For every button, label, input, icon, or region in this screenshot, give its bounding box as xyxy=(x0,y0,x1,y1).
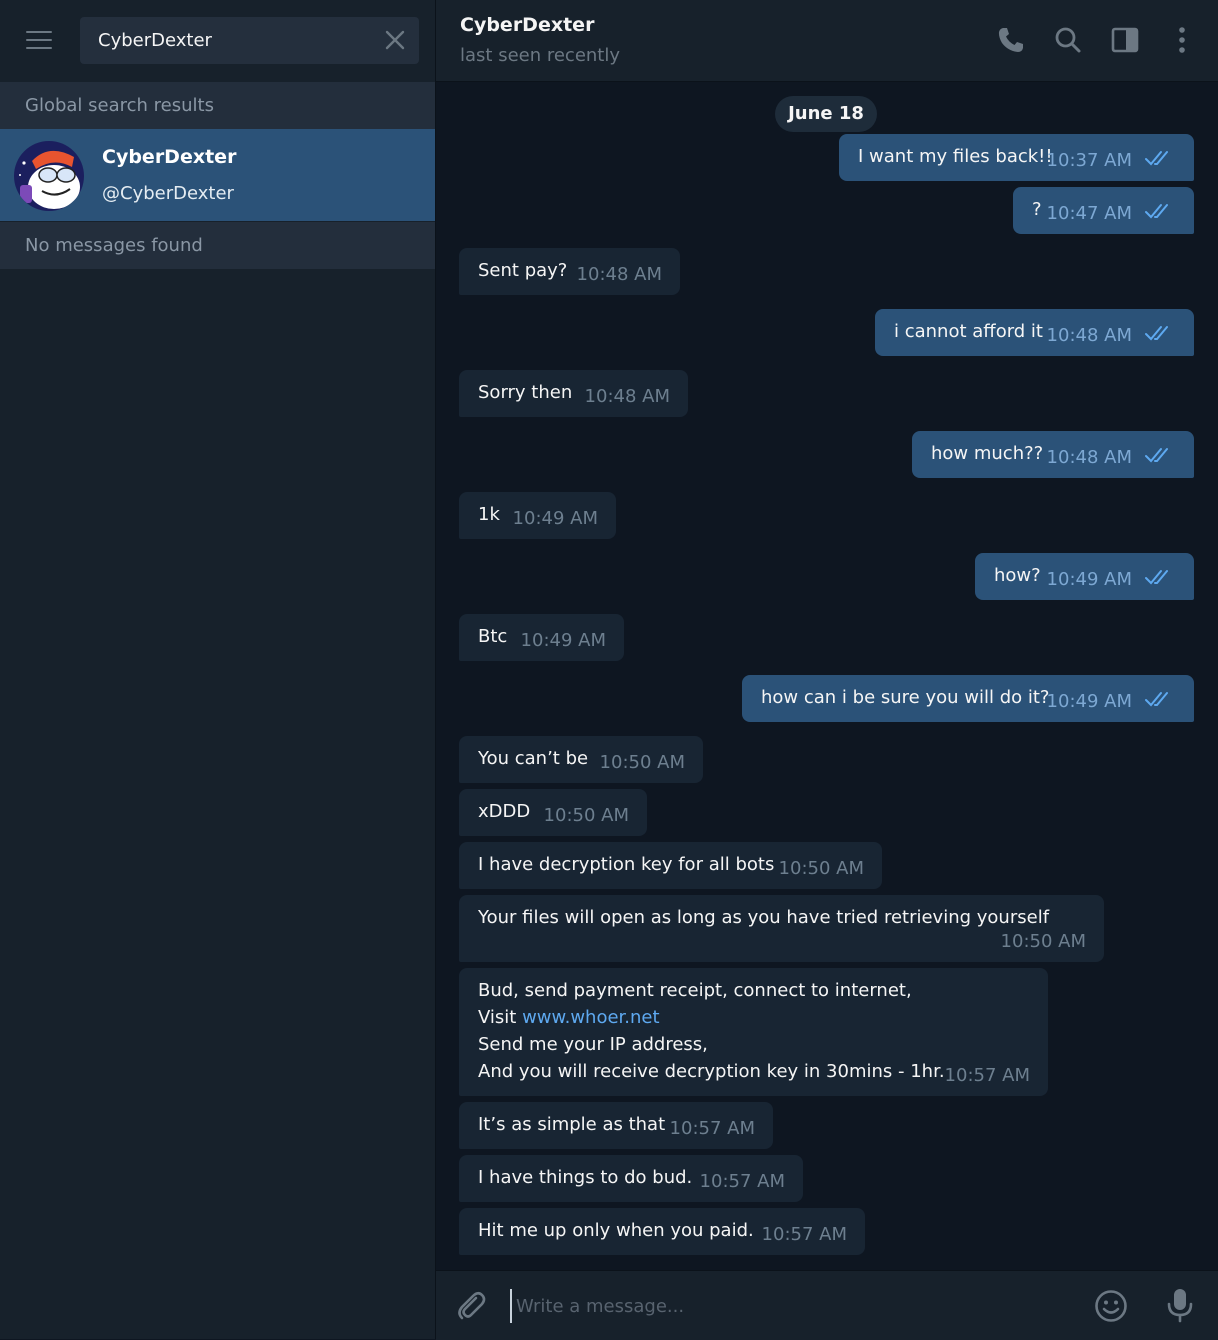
double-check-icon xyxy=(1145,570,1168,585)
result-name: CyberDexter xyxy=(102,146,237,168)
sidebar-toggle-icon[interactable] xyxy=(1109,24,1141,56)
panel-divider xyxy=(435,0,436,1339)
message-text: xDDD xyxy=(478,801,531,822)
avatar[interactable] xyxy=(14,141,84,211)
message-time: 10:37 AM xyxy=(1046,150,1132,171)
double-check-icon xyxy=(1145,151,1168,166)
message-text: I want my files back!! xyxy=(858,146,1053,167)
message-time: 10:49 AM xyxy=(1046,569,1132,590)
message-bubble-outgoing[interactable]: how can i be sure you will do it? 10:49 … xyxy=(742,675,1194,722)
message-text: how much?? xyxy=(931,443,1044,464)
chat-status: last seen recently xyxy=(460,45,621,66)
double-check-icon xyxy=(1145,692,1168,707)
message-time: 10:50 AM xyxy=(778,858,864,879)
message-bubble-incoming[interactable]: 1k 10:49 AM xyxy=(459,492,616,539)
date-separator: June 18 xyxy=(775,96,877,132)
message-time: 10:48 AM xyxy=(584,386,670,407)
message-text: It’s as simple as that xyxy=(478,1114,666,1135)
search-icon[interactable] xyxy=(1052,24,1084,56)
left-top-bar xyxy=(0,0,435,82)
message-line-prefix: Visit xyxy=(478,1007,523,1028)
message-bubble-incoming[interactable]: xDDD 10:50 AM xyxy=(459,789,647,836)
messages-header: No messages found xyxy=(0,222,435,269)
message-line: Send me your IP address, xyxy=(478,1034,708,1055)
chat-header: CyberDexter last seen recently xyxy=(436,0,1218,82)
message-bubble-incoming[interactable]: It’s as simple as that 10:57 AM xyxy=(459,1102,773,1149)
message-text: You can’t be xyxy=(478,748,589,769)
message-bubble-incoming[interactable]: You can’t be 10:50 AM xyxy=(459,736,703,783)
message-line: Visit www.whoer.net xyxy=(478,1007,660,1028)
message-time: 10:57 AM xyxy=(669,1118,755,1139)
message-input[interactable] xyxy=(510,1289,1076,1323)
result-handle: @CyberDexter xyxy=(102,183,234,204)
message-time: 10:57 AM xyxy=(944,1065,1030,1086)
message-bubble-incoming[interactable]: Sent pay? 10:48 AM xyxy=(459,248,680,295)
message-bubble-incoming[interactable]: Hit me up only when you paid. 10:57 AM xyxy=(459,1208,865,1255)
message-time: 10:50 AM xyxy=(1000,931,1086,952)
message-text: Sent pay? xyxy=(478,260,568,281)
message-bubble-incoming[interactable]: I have decryption key for all bots 10:50… xyxy=(459,842,882,889)
message-time: 10:57 AM xyxy=(699,1171,785,1192)
message-bubble-incoming[interactable]: Btc 10:49 AM xyxy=(459,614,624,661)
message-bubble-outgoing[interactable]: how much?? 10:48 AM xyxy=(912,431,1194,478)
message-text: I have things to do bud. xyxy=(478,1167,693,1188)
message-text: I have decryption key for all bots xyxy=(478,854,775,875)
global-search-header: Global search results xyxy=(0,82,435,129)
message-link[interactable]: www.whoer.net xyxy=(522,1007,659,1028)
search-input[interactable] xyxy=(98,17,368,64)
message-bubble-outgoing[interactable]: i cannot afford it 10:48 AM xyxy=(875,309,1194,356)
search-box xyxy=(80,17,419,64)
message-text: Your files will open as long as you have… xyxy=(478,907,1050,928)
more-vertical-icon[interactable] xyxy=(1166,24,1198,56)
message-time: 10:49 AM xyxy=(1046,691,1132,712)
message-text: ? xyxy=(1032,199,1042,220)
message-text: how? xyxy=(994,565,1041,586)
message-text: Hit me up only when you paid. xyxy=(478,1220,754,1241)
message-time: 10:47 AM xyxy=(1046,203,1132,224)
message-time: 10:48 AM xyxy=(576,264,662,285)
paperclip-icon[interactable] xyxy=(454,1289,488,1323)
message-time: 10:50 AM xyxy=(599,752,685,773)
message-line: And you will receive decryption key in 3… xyxy=(478,1061,945,1082)
message-composer xyxy=(436,1270,1218,1340)
message-bubble-outgoing[interactable]: I want my files back!! 10:37 AM xyxy=(839,134,1194,181)
message-bubble-incoming[interactable]: Sorry then 10:48 AM xyxy=(459,370,688,417)
message-line: Bud, send payment receipt, connect to in… xyxy=(478,980,912,1001)
left-panel: Global search results CyberDexter @Cyber… xyxy=(0,0,435,1339)
phone-icon[interactable] xyxy=(995,24,1027,56)
double-check-icon xyxy=(1145,448,1168,463)
message-text: Btc xyxy=(478,626,508,647)
message-text: 1k xyxy=(478,504,500,525)
message-text: Sorry then xyxy=(478,382,573,403)
message-bubble-incoming[interactable]: Bud, send payment receipt, connect to in… xyxy=(459,968,1048,1096)
double-check-icon xyxy=(1145,326,1168,341)
microphone-icon[interactable] xyxy=(1162,1286,1198,1324)
message-time: 10:50 AM xyxy=(543,805,629,826)
message-time: 10:48 AM xyxy=(1046,447,1132,468)
close-icon[interactable] xyxy=(385,30,405,50)
message-time: 10:49 AM xyxy=(520,630,606,651)
message-bubble-outgoing[interactable]: how? 10:49 AM xyxy=(975,553,1194,600)
menu-icon[interactable] xyxy=(24,29,54,51)
message-time: 10:49 AM xyxy=(512,508,598,529)
message-time: 10:57 AM xyxy=(761,1224,847,1245)
double-check-icon xyxy=(1145,204,1168,219)
message-bubble-incoming[interactable]: I have things to do bud. 10:57 AM xyxy=(459,1155,803,1202)
message-bubble-incoming[interactable]: Your files will open as long as you have… xyxy=(459,895,1104,962)
chat-title[interactable]: CyberDexter xyxy=(460,14,594,36)
message-time: 10:48 AM xyxy=(1046,325,1132,346)
message-text: i cannot afford it xyxy=(894,321,1043,342)
message-text: how can i be sure you will do it? xyxy=(761,687,1050,708)
emoji-icon[interactable] xyxy=(1093,1288,1129,1324)
message-bubble-outgoing[interactable]: ? 10:47 AM xyxy=(1013,187,1194,234)
